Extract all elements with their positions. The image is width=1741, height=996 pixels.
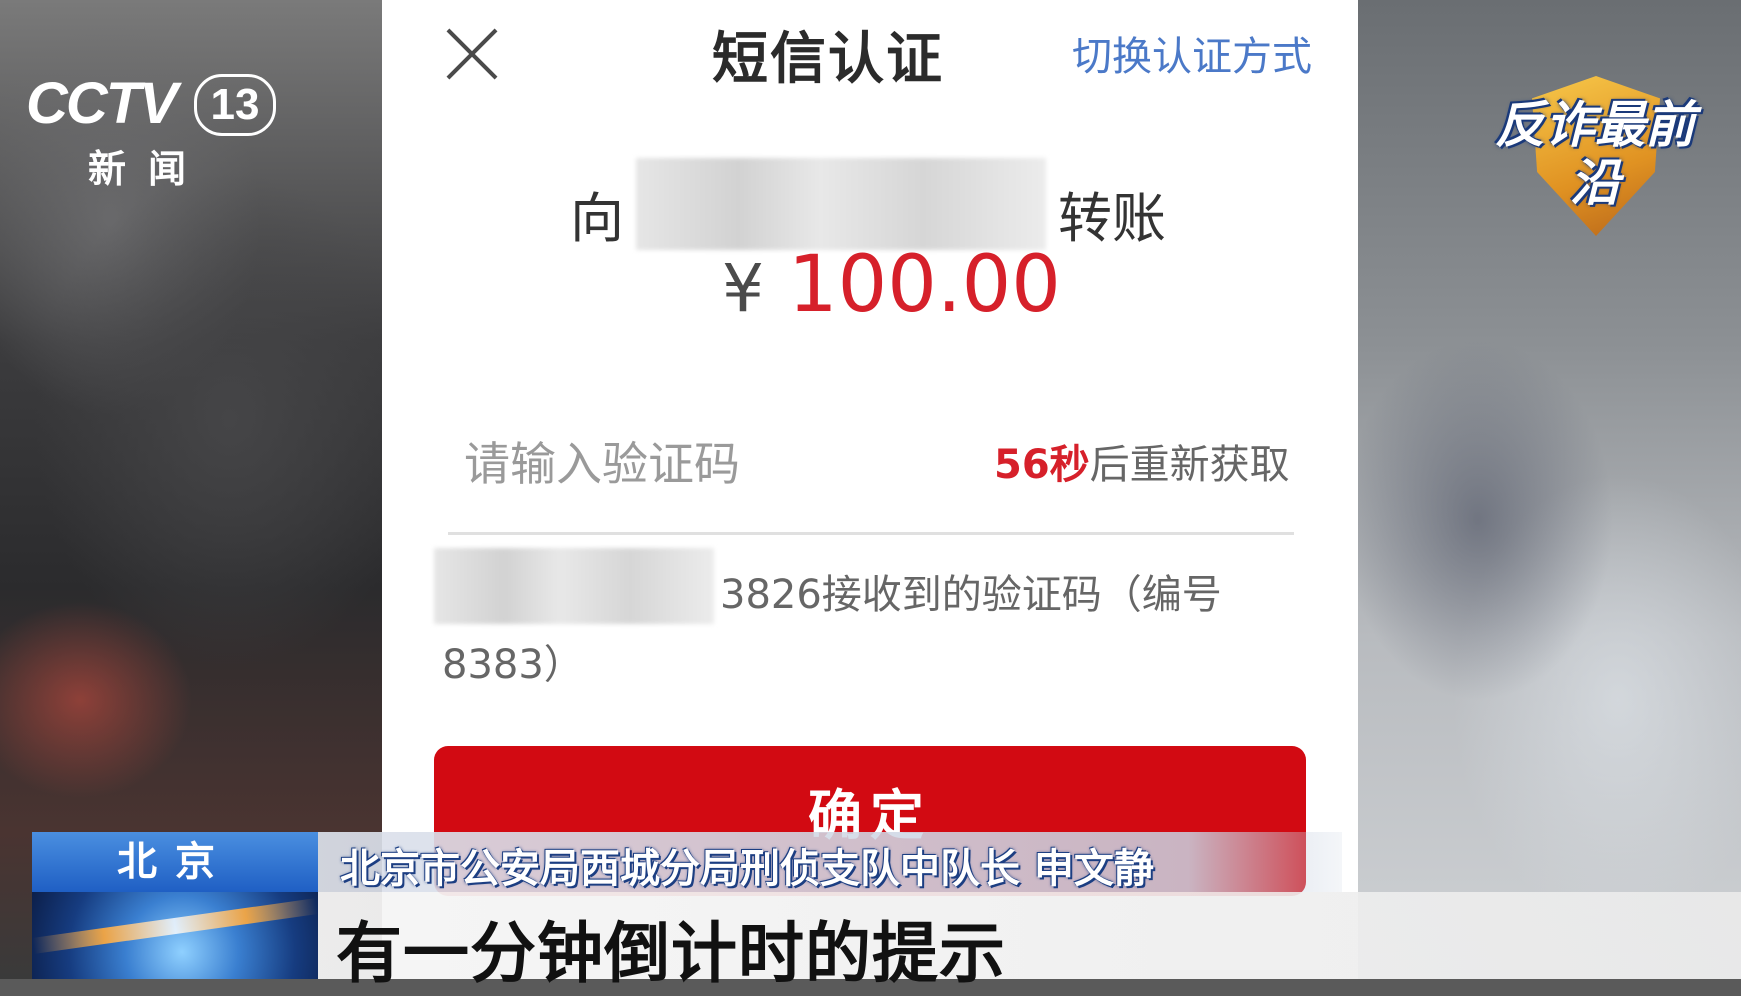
amount-value: 100.00 [788,240,1061,330]
countdown-text: 后重新获取 [1089,442,1290,488]
sms-notice-line: 3826接收到的验证码（编号 [434,548,1254,624]
input-divider [448,532,1294,535]
channel-sub: 新闻 [88,147,209,191]
program-badge-text: 反诈最前沿 [1495,96,1695,212]
subtitle-bar: 有一分钟倒计时的提示 [318,892,1741,992]
anti-fraud-program-badge: 反诈最前沿 [1480,76,1710,236]
currency-symbol: ¥ [722,250,764,327]
location-tag: 北京 [32,832,318,892]
verification-code-input[interactable]: 请输入验证码 [464,428,740,494]
recipient-name-blurred [636,158,1046,250]
transfer-recipient-line: 向 转账 [570,158,1270,250]
transfer-prefix: 向 [570,187,624,250]
sms-notice-text: 3826接收到的验证码（编号 [720,572,1222,618]
transfer-suffix: 转账 [1058,187,1166,250]
resend-countdown: 56秒后重新获取 [994,432,1290,490]
speaker-bar: 北京市公安局西城分局刑侦支队中队长 申文静 [318,832,1342,892]
sms-notice-serial: 8383） [442,642,584,688]
close-icon[interactable] [444,26,500,82]
subtitle-text: 有一分钟倒计时的提示 [336,915,1006,992]
speaker-name: 北京市公安局西城分局刑侦支队中队长 申文静 [340,846,1154,892]
globe-graphic [32,892,318,979]
cctv13-logo: CCTV 13 新闻 [26,64,276,191]
transfer-amount: ¥100.00 [722,240,1061,330]
countdown-seconds: 56秒 [994,442,1090,488]
switch-auth-method-link[interactable]: 切换认证方式 [1072,24,1312,82]
channel-word: CCTV [26,71,178,136]
phone-number-blurred [434,548,714,624]
page-title: 短信认证 [712,27,944,92]
channel-number: 13 [194,74,276,136]
